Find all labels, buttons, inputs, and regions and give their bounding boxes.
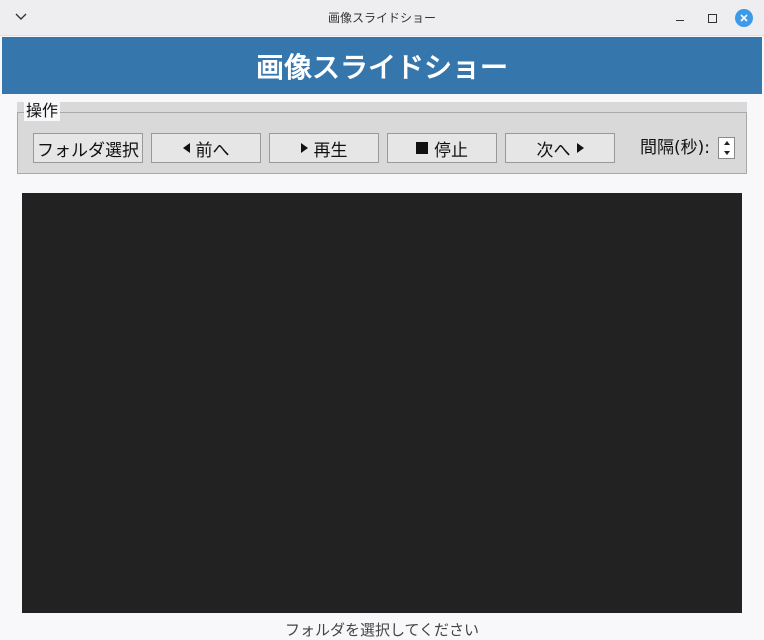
next-label: 次へ bbox=[536, 140, 571, 161]
stop-button[interactable]: 停止 bbox=[387, 133, 497, 163]
play-icon bbox=[300, 143, 308, 153]
slideshow-image-area bbox=[22, 193, 742, 613]
close-button[interactable] bbox=[735, 9, 753, 27]
controls-frame-top bbox=[17, 102, 747, 112]
stop-label: 停止 bbox=[434, 140, 468, 161]
stop-icon bbox=[416, 142, 428, 154]
minimize-button[interactable] bbox=[671, 9, 689, 27]
close-icon bbox=[739, 13, 749, 23]
interval-label: 間隔(秒): bbox=[640, 138, 710, 158]
app-header-banner: 画像スライドショー bbox=[2, 37, 762, 94]
maximize-button[interactable] bbox=[703, 9, 721, 27]
select-folder-label: フォルダ選択 bbox=[37, 140, 139, 161]
previous-button[interactable]: 前へ bbox=[151, 133, 261, 163]
play-label: 再生 bbox=[313, 140, 348, 161]
controls-frame-legend: 操作 bbox=[24, 101, 61, 121]
triangle-left-icon bbox=[182, 143, 190, 153]
previous-label: 前へ bbox=[195, 140, 230, 161]
window-titlebar: 画像スライドショー bbox=[0, 0, 764, 36]
interval-spinbox[interactable] bbox=[718, 137, 735, 159]
spin-up-arrow-icon[interactable] bbox=[719, 138, 734, 148]
spin-down-arrow-icon[interactable] bbox=[719, 148, 734, 158]
window-title: 画像スライドショー bbox=[327, 11, 436, 25]
app-header-title: 画像スライドショー bbox=[255, 50, 508, 84]
triangle-right-icon bbox=[576, 143, 584, 153]
select-folder-button[interactable]: フォルダ選択 bbox=[33, 133, 143, 163]
status-label: フォルダを選択してください bbox=[284, 621, 480, 639]
play-button[interactable]: 再生 bbox=[269, 133, 379, 163]
next-button[interactable]: 次へ bbox=[505, 133, 615, 163]
